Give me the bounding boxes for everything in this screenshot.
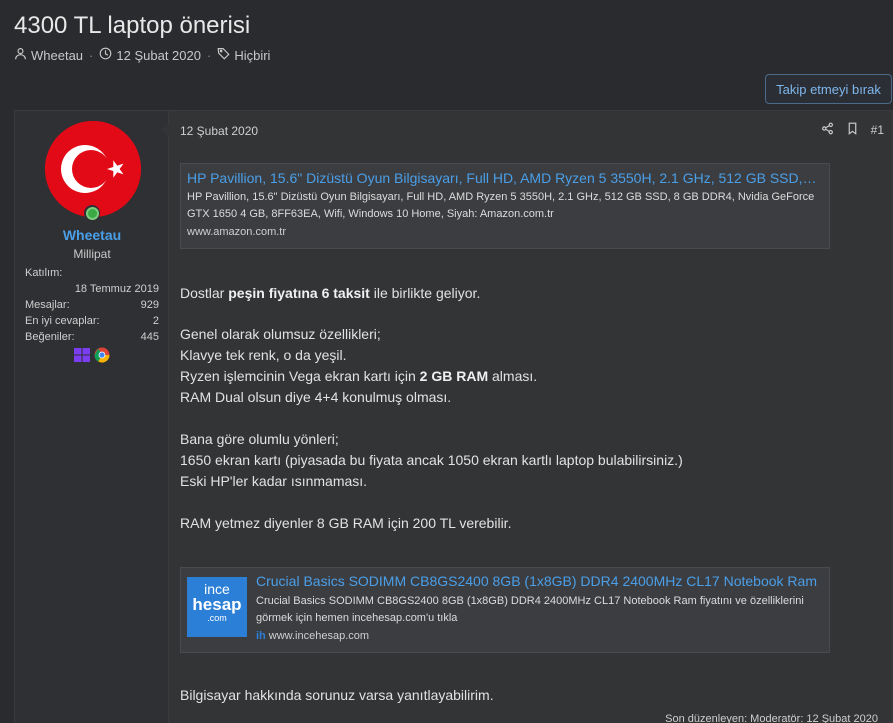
link-preview-url[interactable]: ih www.incehesap.com bbox=[256, 630, 821, 642]
negatives-title: Genel olarak olumsuz özellikleri; bbox=[180, 326, 381, 342]
post-negatives: Genel olarak olumsuz özellikleri; Klavye… bbox=[180, 324, 537, 408]
best-answers-stat: En iyi cevaplar: 2 bbox=[25, 315, 159, 327]
positive-item: 1650 ekran kartı (piyasada bu fiyata anc… bbox=[180, 452, 683, 468]
windows-icon bbox=[74, 348, 90, 362]
thread-author-link[interactable]: Wheetau bbox=[31, 48, 83, 63]
post-user-column: Wheetau Millipat Katılım: 18 Temmuz 2019… bbox=[15, 111, 169, 723]
messages-value[interactable]: 929 bbox=[141, 299, 159, 311]
last-edited-note: Son düzenleyen: Moderatör: 12 Şubat 2020 bbox=[665, 713, 878, 723]
post-positives: Bana göre olumlu yönleri; 1650 ekran kar… bbox=[180, 429, 683, 492]
negative-item: Klavye tek renk, o da yeşil. bbox=[180, 347, 347, 363]
thread-tags[interactable]: Hiçbiri bbox=[234, 48, 270, 63]
incehesap-logo: ince hesap .com bbox=[187, 577, 247, 637]
post-paragraph-1: Dostlar peşin fiyatına 6 taksit ile birl… bbox=[180, 283, 480, 304]
unfollow-button[interactable]: Takip etmeyi bırak bbox=[765, 74, 892, 104]
thread-date-link[interactable]: 12 Şubat 2020 bbox=[116, 48, 201, 63]
user-icon bbox=[14, 47, 27, 63]
logo-text-bottom: .com bbox=[207, 613, 227, 623]
link-preview-url[interactable]: www.amazon.com.tr bbox=[187, 226, 817, 238]
text-segment: alması. bbox=[488, 368, 538, 384]
logo-text-mid: hesap bbox=[192, 595, 242, 614]
bold-text: peşin fiyatına 6 taksit bbox=[228, 285, 370, 301]
post-username[interactable]: Wheetau bbox=[15, 227, 169, 243]
link-preview-incehesap[interactable]: ince hesap .com Crucial Basics SODIMM CB… bbox=[180, 567, 830, 653]
link-preview-description: Crucial Basics SODIMM CB8GS2400 8GB (1x8… bbox=[256, 595, 804, 624]
positive-item: Eski HP'ler kadar ısınmaması. bbox=[180, 473, 368, 489]
avatar[interactable] bbox=[45, 121, 141, 217]
text-segment: Dostlar bbox=[180, 285, 229, 301]
post-arrow bbox=[161, 123, 169, 137]
thread-meta: Wheetau · 12 Şubat 2020 · Hiçbiri bbox=[14, 47, 270, 63]
breadcrumb[interactable] bbox=[14, 0, 174, 4]
link-preview-amazon[interactable]: HP Pavillion, 15.6" Dizüstü Oyun Bilgisa… bbox=[180, 163, 830, 249]
logo-text-top: ince bbox=[204, 581, 230, 597]
best-answers-label: En iyi cevaplar: bbox=[25, 315, 100, 327]
likes-value[interactable]: 445 bbox=[141, 331, 159, 343]
positives-title: Bana göre olumlu yönleri; bbox=[180, 431, 339, 447]
likes-stat: Beğeniler: 445 bbox=[25, 331, 159, 343]
turkish-flag-icon bbox=[45, 121, 141, 217]
messages-stat: Mesajlar: 929 bbox=[25, 299, 159, 311]
bold-text: 2 GB RAM bbox=[419, 368, 489, 384]
post-actions: #1 bbox=[821, 122, 884, 138]
incehesap-favicon: ih bbox=[256, 630, 266, 642]
clock-icon bbox=[99, 47, 112, 63]
link-preview-title[interactable]: Crucial Basics SODIMM CB8GS2400 8GB (1x8… bbox=[256, 573, 821, 589]
best-answers-value[interactable]: 2 bbox=[153, 315, 159, 327]
likes-label: Beğeniler: bbox=[25, 331, 75, 343]
url-text: www.incehesap.com bbox=[268, 630, 370, 642]
chrome-icon bbox=[94, 347, 110, 363]
link-preview-title[interactable]: HP Pavillion, 15.6" Dizüstü Oyun Bilgisa… bbox=[187, 170, 817, 186]
negative-item: RAM Dual olsun diye 4+4 konulmuş olması. bbox=[180, 389, 452, 405]
negative-item: Ryzen işlemcinin Vega ekran kartı için 2… bbox=[180, 366, 537, 387]
ram-note: RAM yetmez diyenler 8 GB RAM için 200 TL… bbox=[180, 515, 512, 531]
messages-label: Mesajlar: bbox=[25, 299, 70, 311]
link-preview-description: HP Pavillion, 15.6" Dizüstü Oyun Bilgisa… bbox=[187, 191, 815, 220]
text-segment: Ryzen işlemcinin Vega ekran kartı için bbox=[180, 368, 420, 384]
text-segment: ile birlikte geliyor. bbox=[369, 285, 481, 301]
user-title: Millipat bbox=[73, 247, 111, 261]
post-date[interactable]: 12 Şubat 2020 bbox=[180, 124, 258, 138]
page-title: 4300 TL laptop önerisi bbox=[14, 12, 251, 39]
post: Wheetau Millipat Katılım: 18 Temmuz 2019… bbox=[14, 110, 893, 723]
joined-value: 18 Temmuz 2019 bbox=[74, 283, 159, 295]
share-icon[interactable] bbox=[821, 122, 834, 138]
post-number-link[interactable]: #1 bbox=[871, 123, 884, 137]
closing-line: Bilgisayar hakkında sorunuz varsa yanıtl… bbox=[180, 687, 494, 703]
bookmark-icon[interactable] bbox=[846, 122, 859, 138]
post-content: 12 Şubat 2020 #1 HP Pavillion, 15.6" Diz… bbox=[169, 111, 893, 723]
joined-stat: Katılım: bbox=[25, 267, 159, 279]
online-status-icon bbox=[84, 205, 100, 221]
joined-label: Katılım: bbox=[25, 267, 63, 279]
user-badges bbox=[73, 347, 110, 363]
tag-icon bbox=[217, 47, 230, 63]
